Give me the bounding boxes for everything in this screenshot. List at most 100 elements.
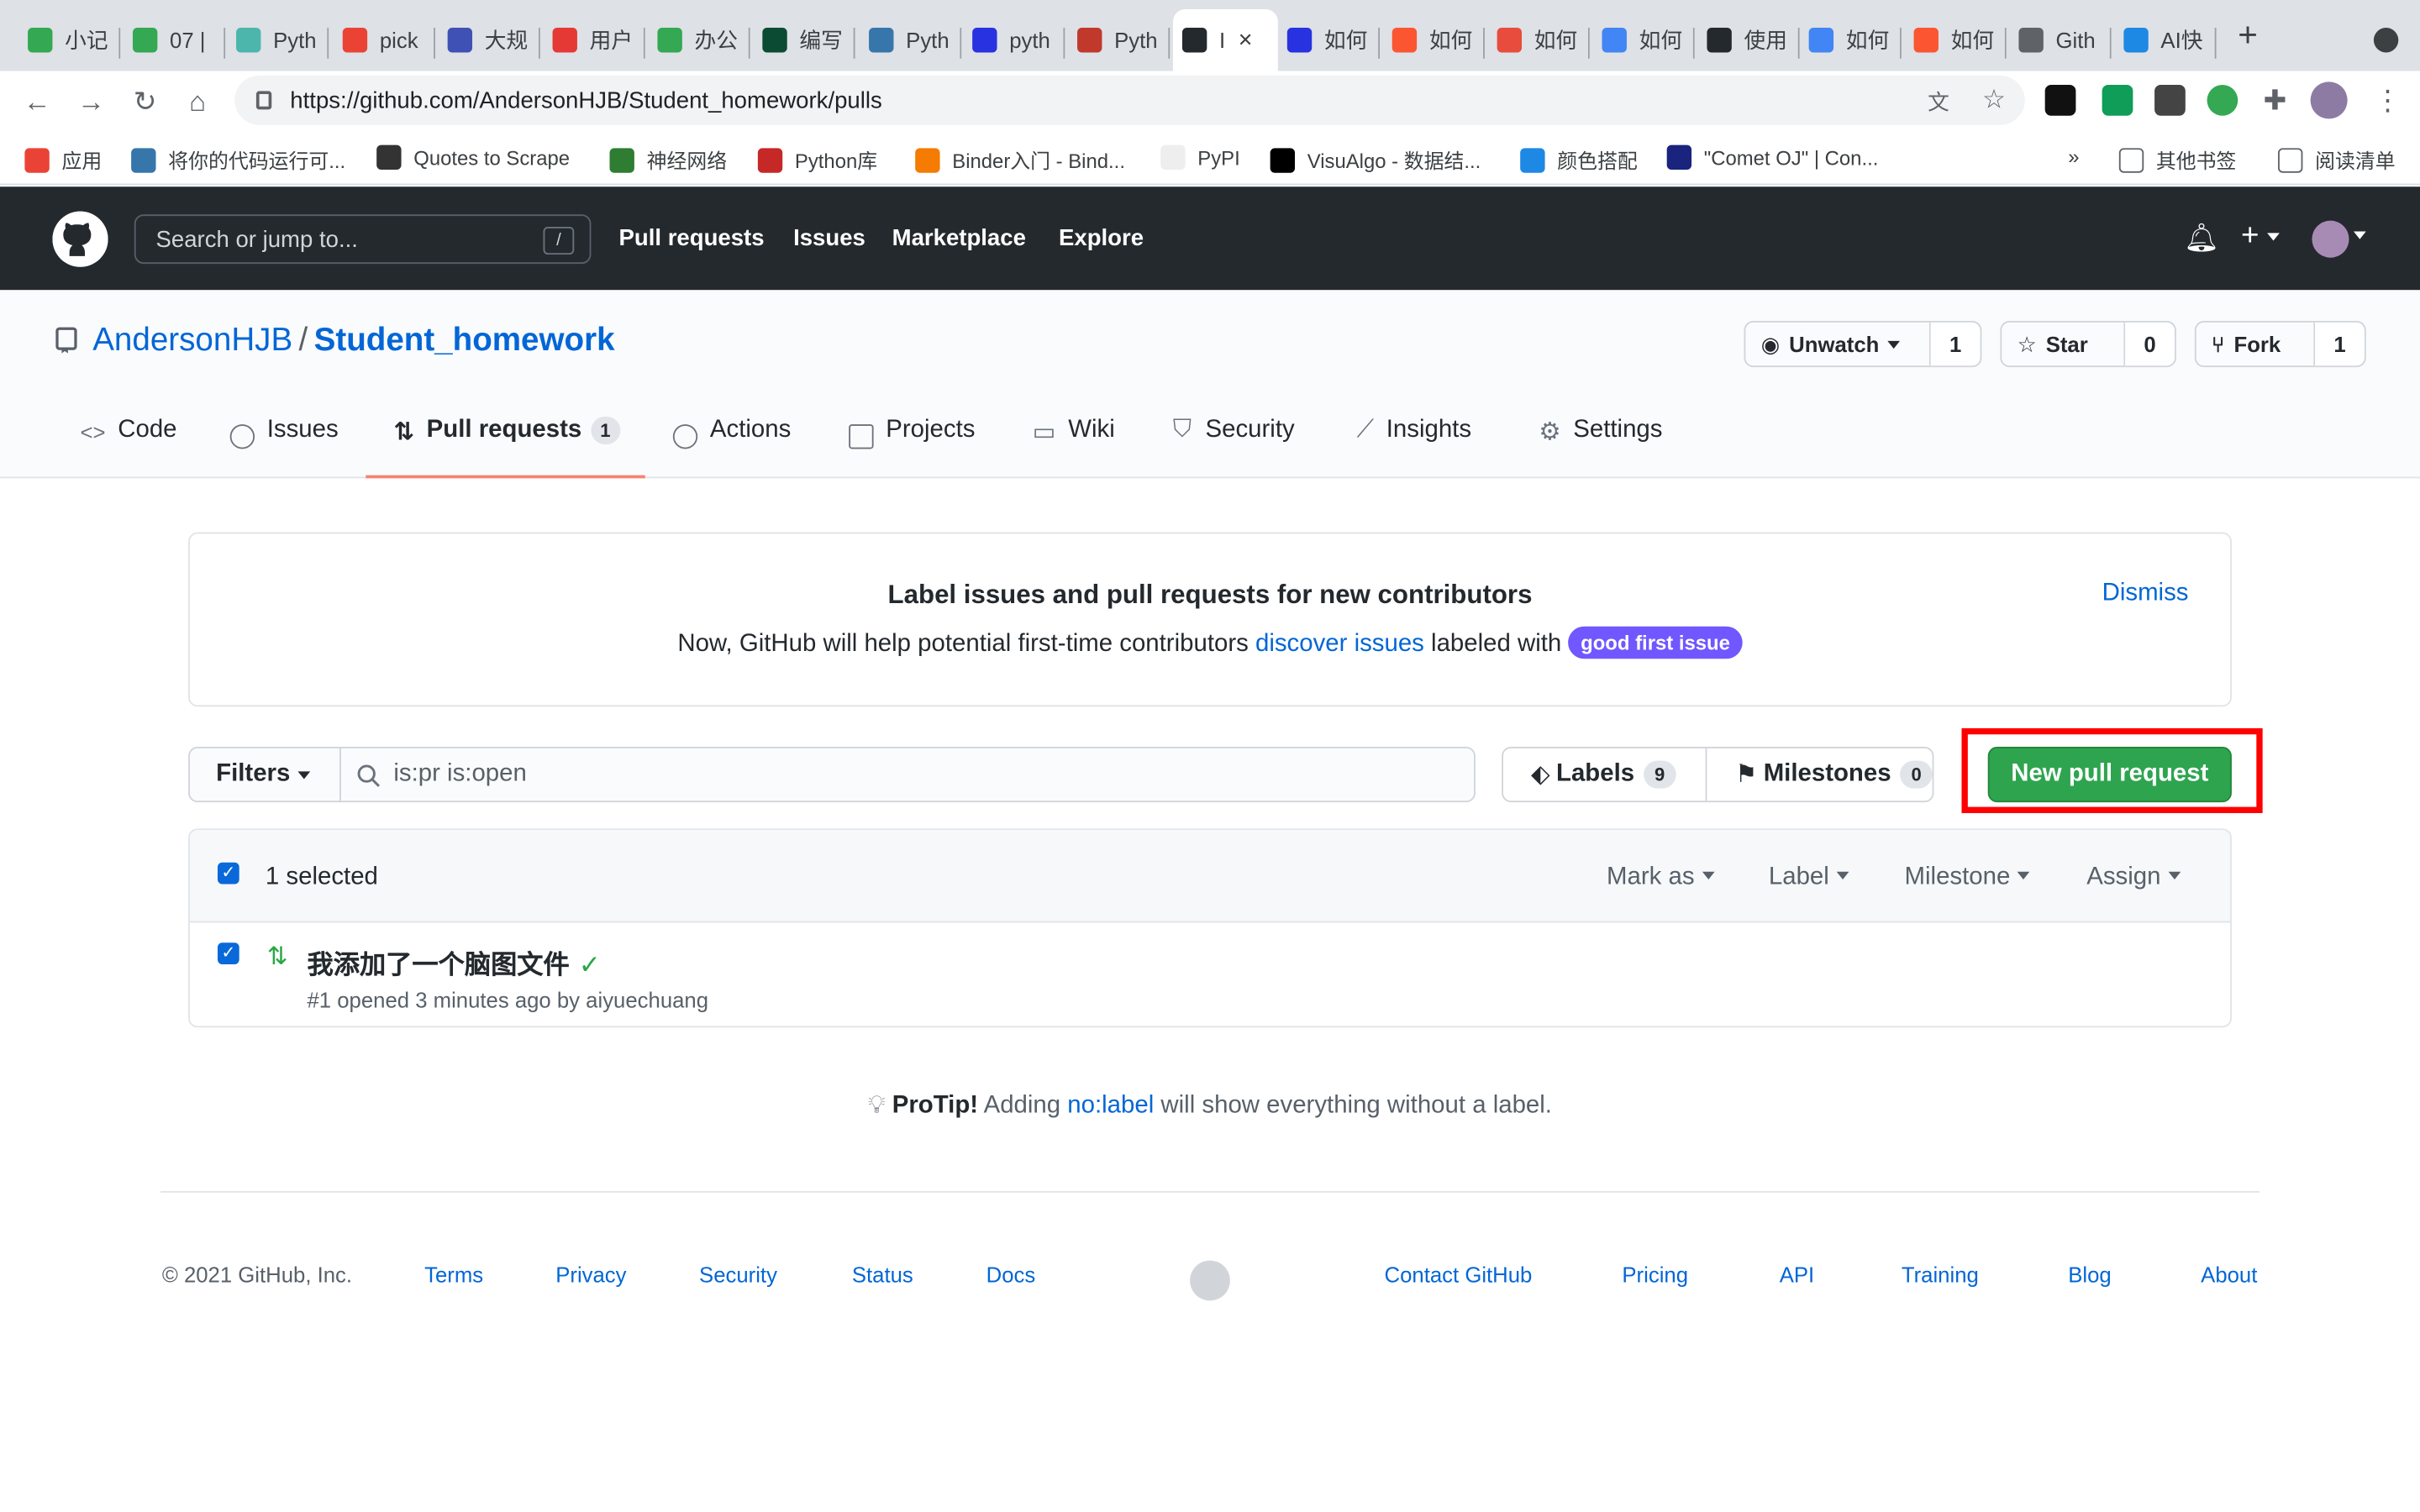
back-icon[interactable]: ← xyxy=(22,86,53,118)
bookmark-star-icon[interactable]: ☆ xyxy=(1979,85,2010,116)
address-bar[interactable]: https://github.com/AndersonHJB/Student_h… xyxy=(234,76,2025,125)
bookmark-item[interactable]: 应用 xyxy=(24,145,102,175)
browser-tab[interactable]: Gith xyxy=(2009,9,2112,71)
footer-link-api[interactable]: API xyxy=(1780,1262,1814,1286)
filter-search-input[interactable]: is:pr is:open xyxy=(339,746,1476,803)
footer-link-privacy[interactable]: Privacy xyxy=(555,1262,626,1286)
labels-button[interactable]: ⬖ Labels 9 xyxy=(1503,748,1706,801)
no-label-link[interactable]: no:label xyxy=(1067,1092,1154,1118)
pr-title-link[interactable]: 我添加了一个脑图文件 ✓ xyxy=(308,942,601,981)
browser-tab[interactable]: 编写 xyxy=(753,9,855,71)
unwatch-button[interactable]: ◉ Unwatch xyxy=(1745,323,1929,365)
bookmark-item[interactable]: Binder入门 - Bind... xyxy=(915,145,1125,175)
assign-dropdown[interactable]: Assign xyxy=(2086,864,2181,892)
bookmark-item[interactable]: VisuAlgo - 数据结... xyxy=(1270,145,1481,175)
star-button[interactable]: ☆ Star xyxy=(2002,323,2123,365)
browser-tab[interactable]: I ✕ xyxy=(1172,9,1278,71)
tab-wiki[interactable]: ▭ Wiki xyxy=(1033,417,1115,478)
footer-link-training[interactable]: Training xyxy=(1902,1262,1979,1286)
extension-icon[interactable] xyxy=(2044,85,2076,116)
dismiss-button[interactable]: Dismiss xyxy=(2102,580,2189,608)
browser-tab[interactable]: 如何 xyxy=(1905,9,2007,71)
tab-search-icon[interactable] xyxy=(2373,28,2399,53)
tab-issues[interactable]: Issues xyxy=(229,417,339,478)
footer-github-logo-icon[interactable] xyxy=(1190,1260,1230,1301)
browser-tab[interactable]: 用户 xyxy=(544,9,645,71)
browser-tab[interactable]: 办公 xyxy=(648,9,750,71)
browser-tab[interactable]: pyth xyxy=(963,9,1065,71)
browser-tab[interactable]: 如何 xyxy=(1593,9,1695,71)
browser-tab[interactable]: AI快 xyxy=(2114,9,2217,71)
chrome-menu-icon[interactable]: ⋮ xyxy=(2372,84,2403,116)
user-menu-caret-icon[interactable] xyxy=(2346,223,2366,248)
bookmark-item[interactable]: 将你的代码运行可... xyxy=(131,145,345,175)
extensions-puzzle-icon[interactable]: ✚ xyxy=(2260,84,2291,116)
browser-tab[interactable]: Pyth xyxy=(860,9,962,71)
translate-icon[interactable]: 文 xyxy=(1923,87,1954,118)
tab-settings[interactable]: ⚙ Settings xyxy=(1539,417,1662,478)
footer-link-pricing[interactable]: Pricing xyxy=(1622,1262,1688,1286)
browser-tab[interactable]: 小记 xyxy=(18,9,121,71)
browser-tab[interactable]: 大规 xyxy=(439,9,540,71)
new-tab-icon[interactable]: + xyxy=(2238,18,2258,52)
nav-pull-requests[interactable]: Pull requests xyxy=(619,225,765,251)
footer-link-terms[interactable]: Terms xyxy=(424,1262,483,1286)
tab-projects[interactable]: Projects xyxy=(849,417,975,478)
bookmark-item[interactable]: "Comet OJ" | Con... xyxy=(1666,144,1878,171)
bookmark-item[interactable]: 神经网络 xyxy=(609,145,727,175)
user-avatar[interactable] xyxy=(2312,220,2349,258)
filters-button[interactable]: Filters xyxy=(188,746,341,803)
browser-tab[interactable]: pick xyxy=(334,9,435,71)
profile-avatar[interactable] xyxy=(2310,81,2348,119)
browser-tab[interactable]: 如何 xyxy=(1800,9,1902,71)
milestones-button[interactable]: ⚑ Milestones 0 xyxy=(1706,748,1933,801)
browser-tab[interactable]: 07 | xyxy=(124,9,226,71)
watchers-count[interactable]: 1 xyxy=(1928,322,1981,366)
bookmark-item[interactable]: Quotes to Scrape xyxy=(376,144,570,171)
notifications-bell-icon[interactable]: 🔔︎ xyxy=(2184,222,2219,255)
extension-n-icon[interactable] xyxy=(2207,85,2238,116)
footer-link-docs[interactable]: Docs xyxy=(986,1262,1036,1286)
github-logo-icon[interactable] xyxy=(52,211,108,267)
browser-tab[interactable]: Pyth xyxy=(1068,9,1171,71)
pr-checkbox[interactable]: ✓ xyxy=(217,942,239,964)
nav-marketplace[interactable]: Marketplace xyxy=(892,225,1026,251)
select-all-checkbox[interactable]: ✓ xyxy=(217,862,239,885)
repo-owner-link[interactable]: AndersonHJB xyxy=(92,323,292,360)
bookmark-item[interactable]: PyPI xyxy=(1160,144,1240,171)
browser-tab[interactable]: 使用 xyxy=(1697,9,1800,71)
discover-issues-link[interactable]: discover issues xyxy=(1255,631,1424,657)
extension-on-icon[interactable] xyxy=(2102,85,2133,116)
reading-list-button[interactable]: 阅读清单 xyxy=(2278,145,2396,175)
reload-icon[interactable]: ↻ xyxy=(129,86,160,118)
tab-actions[interactable]: Actions xyxy=(672,417,791,478)
stars-count[interactable]: 0 xyxy=(2123,322,2175,366)
tab-security[interactable]: ⛉ Security xyxy=(1173,417,1295,478)
good-first-issue-label[interactable]: good first issue xyxy=(1568,626,1743,659)
fork-button[interactable]: ⑂ Fork xyxy=(2196,323,2314,365)
bookmark-item[interactable]: Python库 xyxy=(757,145,877,175)
label-dropdown[interactable]: Label xyxy=(1769,864,1849,892)
create-new-plus-icon[interactable]: + xyxy=(2241,219,2279,255)
close-tab-icon[interactable]: ✕ xyxy=(1238,29,1253,51)
browser-tab[interactable]: 如何 xyxy=(1278,9,1381,71)
other-bookmarks-folder[interactable]: 其他书签 xyxy=(2118,145,2236,175)
footer-link-security[interactable]: Security xyxy=(699,1262,777,1286)
footer-link-contact[interactable]: Contact GitHub xyxy=(1385,1262,1533,1286)
github-search-input[interactable]: Search or jump to... / xyxy=(134,214,592,265)
browser-tab[interactable]: 如何 xyxy=(1488,9,1590,71)
tab-code[interactable]: <> Code xyxy=(81,417,177,478)
footer-link-blog[interactable]: Blog xyxy=(2068,1262,2111,1286)
footer-link-about[interactable]: About xyxy=(2201,1262,2257,1286)
footer-link-status[interactable]: Status xyxy=(852,1262,913,1286)
extension-x-icon[interactable] xyxy=(2154,85,2186,116)
nav-issues[interactable]: Issues xyxy=(793,225,865,251)
bookmarks-overflow-button[interactable]: » xyxy=(2068,145,2079,169)
tab-insights[interactable]: ⟋ Insights xyxy=(1356,417,1471,478)
browser-tab[interactable]: 如何 xyxy=(1383,9,1485,71)
bookmark-item[interactable]: 颜色搭配 xyxy=(1520,145,1638,175)
browser-tab[interactable]: Pyth xyxy=(227,9,329,71)
home-icon[interactable]: ⌂ xyxy=(182,86,213,118)
nav-explore[interactable]: Explore xyxy=(1059,225,1144,251)
mark-as-dropdown[interactable]: Mark as xyxy=(1607,864,1714,892)
